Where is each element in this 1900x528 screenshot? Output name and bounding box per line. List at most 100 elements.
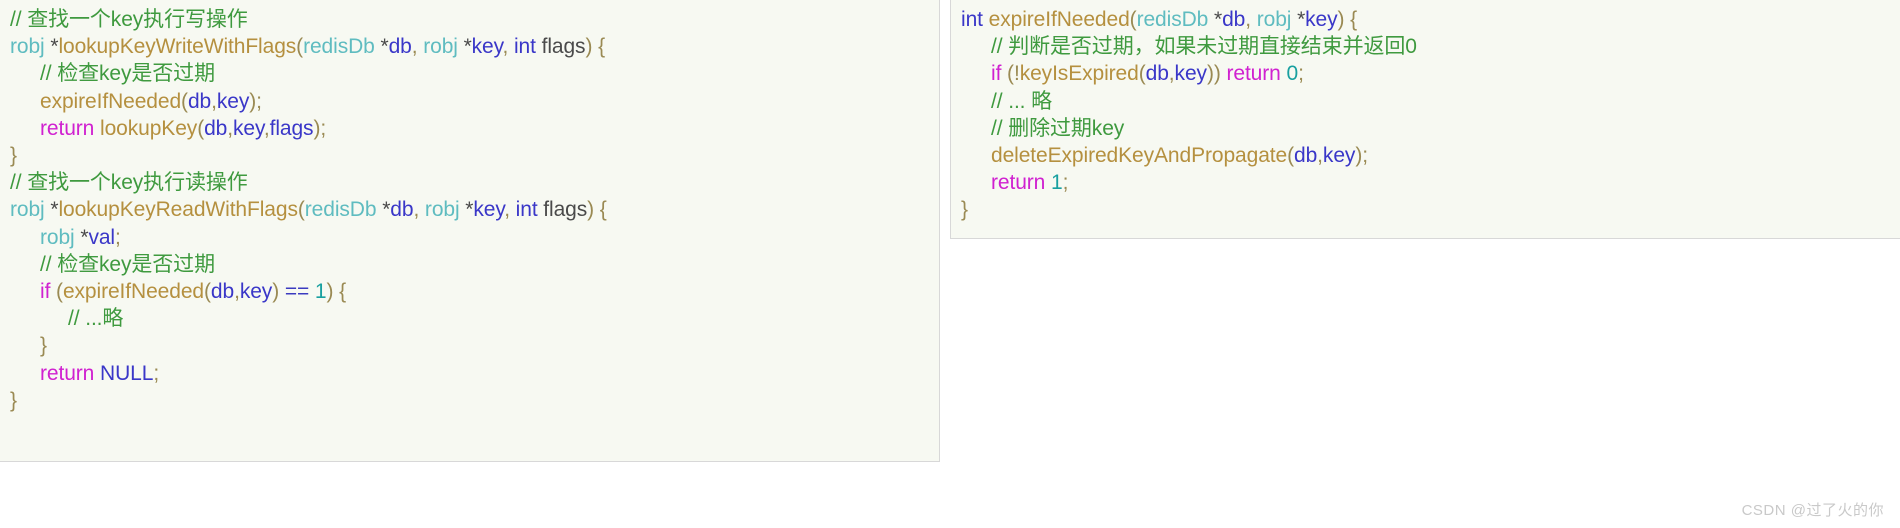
code-token-var: db — [204, 116, 228, 140]
code-token-op: == — [284, 280, 310, 304]
code-token-punct: ( — [297, 198, 305, 222]
code-token-punct: ( — [181, 89, 188, 113]
code-token-star: * — [44, 35, 59, 59]
code-token-comment: // 查找一个key执行写操作 — [10, 8, 248, 31]
code-token-type: robj — [40, 225, 75, 249]
code-line: return lookupKey(db,key,flags); — [10, 115, 929, 142]
code-token-star: * — [44, 198, 59, 222]
code-token-num: 1 — [1051, 171, 1063, 195]
code-line: // ... 略 — [961, 88, 1892, 115]
code-token-var: db — [1294, 144, 1318, 168]
code-token-punct: , — [413, 198, 425, 222]
code-token-var: val — [88, 225, 115, 249]
code-token-comment: // ... 略 — [991, 89, 1053, 113]
code-line: if (expireIfNeeded(db,key) == 1) { — [10, 278, 929, 305]
code-line: } — [10, 332, 929, 359]
code-line: } — [10, 142, 929, 169]
code-token-var: key — [473, 198, 505, 222]
code-token-func: lookupKey — [100, 116, 198, 140]
expire-if-needed-code-block: int expireIfNeeded(redisDb *db, robj *ke… — [950, 0, 1900, 239]
code-token-type: robj — [424, 198, 460, 222]
code-token-var: flags — [269, 116, 314, 140]
code-token-keyword: if — [40, 280, 51, 304]
code-token-comment: // 查找一个key执行读操作 — [10, 171, 248, 195]
code-token-punct: ) { — [587, 198, 607, 222]
code-token-punct: ; — [153, 361, 160, 385]
code-token-type: robj — [10, 198, 45, 222]
code-line: // ...略 — [10, 305, 929, 332]
csdn-watermark: CSDN @过了火的你 — [1741, 502, 1884, 519]
code-token-keyword: return — [991, 171, 1046, 195]
lookup-key-code-block: // 查找一个key执行写操作 robj *lookupKeyWriteWithF… — [0, 0, 940, 462]
code-token-punct: ( — [203, 280, 211, 304]
code-token-plain: flags — [535, 35, 586, 59]
code-line: // 删除过期key — [961, 115, 1892, 142]
code-token-brace: } — [40, 334, 47, 358]
code-token-punct: ) { — [326, 280, 347, 304]
code-token-plain: flags — [537, 198, 588, 222]
code-token-punct: , — [411, 35, 424, 59]
code-line: return 1; — [961, 169, 1892, 196]
code-token-punct: ; — [114, 225, 121, 249]
code-token-type: redisDb — [304, 198, 377, 222]
code-token-keyword-int: int — [515, 198, 538, 222]
code-token-punct: ) { — [1337, 8, 1358, 31]
code-token-star: * — [1291, 8, 1306, 31]
code-token-punct: ( — [1138, 62, 1146, 86]
code-line: expireIfNeeded(db,key); — [10, 88, 929, 115]
code-line: // 查找一个key执行读操作 — [10, 169, 929, 196]
code-token-punct: ) — [272, 280, 285, 304]
code-token-punct: ); — [249, 89, 262, 113]
code-token-star: * — [74, 225, 89, 249]
code-token-comment: // 检查key是否过期 — [40, 252, 215, 276]
code-token-star: * — [376, 198, 391, 222]
code-token-var: key — [216, 89, 250, 113]
code-line: // 判断是否过期，如果未过期直接结束并返回0 — [961, 33, 1892, 60]
code-token-var: db — [187, 89, 212, 113]
code-token-comment: // 删除过期key — [991, 116, 1125, 140]
code-line: robj *lookupKeyWriteWithFlags(redisDb *d… — [10, 33, 929, 60]
code-token-star: * — [459, 198, 474, 222]
code-token-keyword: return — [1226, 62, 1281, 86]
code-token-type: robj — [1256, 8, 1292, 31]
code-token-star: * — [374, 35, 389, 59]
code-token-type: redisDb — [303, 35, 375, 59]
code-token-var: db — [390, 198, 414, 222]
code-token-func: expireIfNeeded — [62, 280, 204, 304]
code-token-punct: ; — [1062, 171, 1069, 195]
code-line: if (!keyIsExpired(db,key)) return 0; — [961, 60, 1892, 87]
code-line: // 查找一个key执行写操作 — [10, 6, 929, 33]
code-token-keyword-int: int — [513, 35, 536, 59]
code-token-func: keyIsExpired — [1019, 62, 1139, 86]
code-token-func: lookupKeyReadWithFlags — [58, 198, 298, 222]
code-token-brace: } — [10, 144, 17, 168]
code-token-var: key — [1322, 144, 1356, 168]
code-token-var: db — [388, 35, 412, 59]
code-line: // 检查key是否过期 — [10, 60, 929, 87]
code-token-var: key — [471, 35, 503, 59]
code-token-punct: )) — [1206, 62, 1227, 86]
code-line: // 检查key是否过期 — [10, 251, 929, 278]
code-line: int expireIfNeeded(redisDb *db, robj *ke… — [961, 6, 1892, 33]
code-token-punct: , — [1245, 8, 1257, 31]
code-token-punct: ) { — [585, 35, 605, 59]
code-token-punct: ); — [313, 116, 327, 140]
code-line: robj *lookupKeyReadWithFlags(redisDb *db… — [10, 196, 929, 223]
code-token-var: key — [233, 116, 264, 140]
code-token-brace: } — [961, 198, 968, 222]
code-token-num: 1 — [314, 280, 327, 304]
code-line: return NULL; — [10, 360, 929, 387]
code-token-type: robj — [10, 35, 45, 59]
code-token-var: key — [239, 280, 273, 304]
code-token-keyword: return — [40, 361, 95, 385]
code-token-star: * — [457, 35, 472, 59]
code-token-punct: (! — [1001, 62, 1020, 86]
code-token-var: db — [1222, 8, 1246, 31]
code-token-func: lookupKeyWriteWithFlags — [58, 35, 297, 59]
code-token-punct: ; — [1298, 62, 1304, 86]
code-token-func: expireIfNeeded — [40, 89, 182, 113]
code-line: deleteExpiredKeyAndPropagate(db,key); — [961, 142, 1892, 169]
code-token-star: * — [1208, 8, 1223, 31]
code-token-punct: , — [504, 198, 516, 222]
code-token-num: 0 — [1286, 62, 1299, 86]
